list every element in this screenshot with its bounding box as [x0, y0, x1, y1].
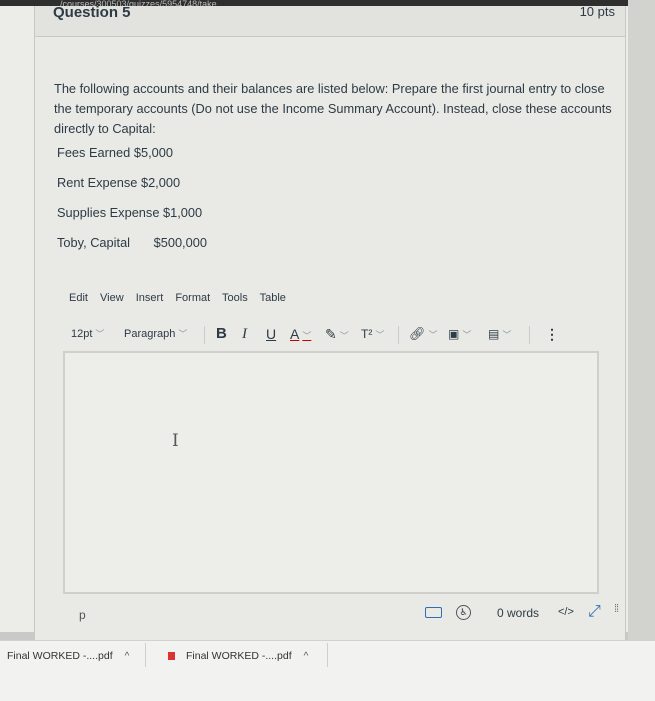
account-name: Rent Expense — [57, 175, 138, 190]
link-icon: 🔗︎ — [409, 326, 426, 341]
chevron-down-icon: ﹀ — [302, 331, 312, 341]
menu-format[interactable]: Format — [175, 292, 210, 304]
editor-menubar: Edit View Insert Format Tools Table — [69, 292, 295, 304]
chevron-up-icon[interactable]: ^ — [304, 651, 309, 662]
toolbar-divider — [204, 326, 205, 344]
resize-grip-icon[interactable]: ⁞⁞ — [614, 603, 619, 615]
menu-insert[interactable]: Insert — [136, 292, 164, 304]
account-amount: $500,000 — [153, 235, 207, 250]
account-amount: $5,000 — [133, 145, 173, 160]
editor-toolbar: 12pt ﹀ Paragraph ﹀ B I U A ﹀ ✎ ﹀ T² ﹀ 🔗︎ ﹀ — [71, 321, 611, 347]
more-options-button[interactable]: ⋮ — [545, 321, 559, 347]
page-right-margin — [628, 0, 655, 640]
quiz-page: Question 5 10 pts The following accounts… — [0, 4, 628, 646]
account-name: Fees Earned — [57, 145, 131, 160]
accessibility-checker-icon[interactable]: ♿︎ — [456, 605, 471, 620]
toolbar-divider — [398, 326, 399, 344]
superscript-button[interactable]: T² ﹀ — [361, 321, 384, 347]
document-icon: ▤ — [488, 327, 500, 341]
account-line: Toby, Capital $500,000 — [57, 235, 207, 250]
block-format-value: Paragraph — [124, 328, 176, 340]
download-filename: Final WORKED -....pdf — [7, 650, 113, 662]
question-points: 10 pts — [579, 4, 615, 19]
account-line: Fees Earned $5,000 — [57, 145, 173, 160]
block-format-select[interactable]: Paragraph ﹀ — [124, 321, 187, 347]
link-button[interactable]: 🔗︎ ﹀ — [409, 321, 438, 347]
pdf-file-icon — [168, 652, 175, 660]
downloads-divider — [327, 643, 328, 667]
chevron-down-icon: ﹀ — [502, 330, 512, 340]
chevron-down-icon: ﹀ — [428, 330, 438, 340]
chevron-down-icon: ﹀ — [375, 330, 385, 340]
downloads-bar: Final WORKED -....pdf ^ Final WORKED -...… — [0, 640, 655, 701]
superscript-icon: T² — [361, 327, 373, 341]
text-color-icon: A — [290, 326, 300, 342]
highlight-button[interactable]: ✎ ﹀ — [325, 321, 349, 347]
account-name: Toby, Capital — [57, 235, 131, 250]
account-amount: $1,000 — [163, 205, 203, 220]
chevron-down-icon: ﹀ — [178, 329, 188, 339]
html-editor-toggle[interactable]: </> — [558, 606, 574, 618]
keyboard-shortcuts-icon[interactable] — [425, 607, 442, 618]
download-item[interactable]: Final WORKED -....pdf ^ — [168, 650, 308, 662]
menu-edit[interactable]: Edit — [69, 292, 88, 304]
chevron-down-icon: ﹀ — [462, 330, 472, 340]
chevron-down-icon: ﹀ — [339, 331, 349, 341]
menu-view[interactable]: View — [100, 292, 124, 304]
menu-tools[interactable]: Tools — [222, 292, 248, 304]
editor-statusbar: p ♿︎ 0 words </> ⤢ ⁞⁞ — [63, 602, 619, 626]
text-color-button[interactable]: A ﹀ — [290, 321, 311, 347]
image-button[interactable]: ▣ ﹀ — [448, 321, 471, 347]
rich-text-editor-area[interactable] — [63, 351, 599, 594]
bold-button[interactable]: B — [216, 321, 227, 347]
question-header: Question 5 10 pts — [35, 4, 625, 37]
word-count[interactable]: 0 words — [497, 606, 539, 620]
question-prompt: The following accounts and their balance… — [54, 81, 612, 136]
fullscreen-icon[interactable]: ⤢ — [588, 603, 601, 621]
element-path[interactable]: p — [79, 608, 86, 622]
account-line: Rent Expense $2,000 — [57, 175, 180, 190]
chevron-up-icon[interactable]: ^ — [125, 651, 130, 662]
underline-button[interactable]: U — [266, 321, 276, 347]
highlight-pen-icon: ✎ — [325, 326, 337, 342]
font-size-select[interactable]: 12pt ﹀ — [71, 321, 104, 347]
font-size-value: 12pt — [71, 328, 93, 340]
download-filename: Final WORKED -....pdf — [186, 650, 292, 662]
chevron-down-icon: ﹀ — [95, 329, 105, 339]
account-amount: $2,000 — [140, 175, 181, 190]
menu-table[interactable]: Table — [260, 292, 286, 304]
image-icon: ▣ — [448, 327, 460, 341]
account-name: Supplies Expense — [57, 205, 160, 220]
text-cursor-icon: I — [172, 431, 179, 451]
downloads-divider — [145, 643, 146, 667]
account-line: Supplies Expense $1,000 — [57, 205, 202, 220]
download-item[interactable]: Final WORKED -....pdf ^ — [7, 650, 129, 662]
question-card: Question 5 10 pts The following accounts… — [34, 4, 626, 646]
italic-button[interactable]: I — [242, 321, 247, 347]
document-button[interactable]: ▤ ﹀ — [488, 321, 511, 347]
toolbar-divider — [529, 326, 530, 344]
question-title: Question 5 — [53, 4, 131, 21]
